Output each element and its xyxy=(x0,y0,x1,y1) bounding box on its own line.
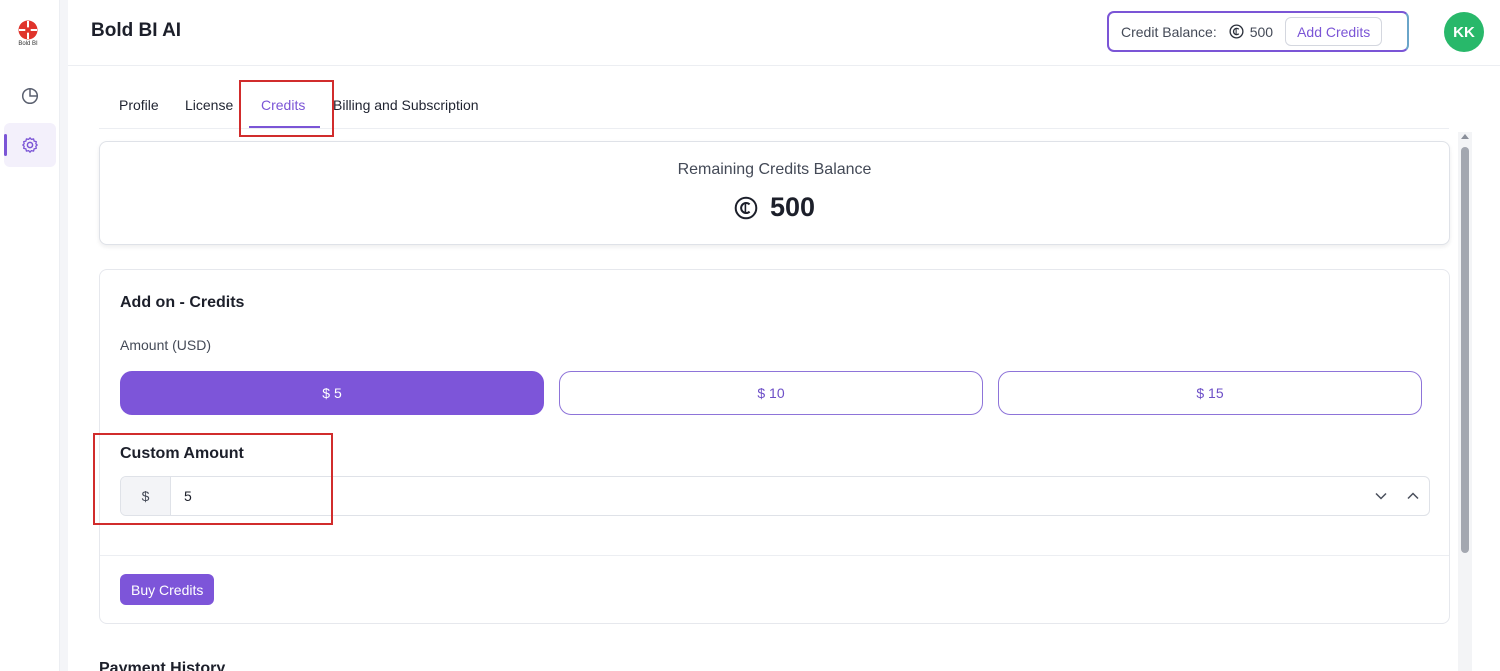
decrement-button[interactable] xyxy=(1365,477,1397,515)
logo-icon xyxy=(18,20,38,40)
sidebar-item-dashboards[interactable] xyxy=(4,74,56,118)
increment-button[interactable] xyxy=(1397,477,1429,515)
addon-credits-card: Add on - Credits Amount (USD) $ 5 $ 10 $… xyxy=(99,269,1450,624)
currency-prefix: $ xyxy=(121,477,171,515)
app-title: Bold BI AI xyxy=(91,20,182,41)
scroll-up-arrow-icon[interactable] xyxy=(1461,134,1469,139)
amount-option-10[interactable]: $ 10 xyxy=(559,371,983,415)
credit-balance-value: 500 xyxy=(1249,23,1274,40)
bold-bi-logo[interactable]: Bold BI xyxy=(17,20,39,50)
remaining-credits-value-row: 500 xyxy=(100,192,1449,223)
custom-amount-field[interactable] xyxy=(171,477,1365,515)
custom-amount-input-group: $ xyxy=(120,476,1430,516)
active-tab-indicator xyxy=(249,126,320,128)
tab-profile[interactable]: Profile xyxy=(119,97,159,113)
buy-credits-button[interactable]: Buy Credits xyxy=(120,574,215,605)
logo-text: Bold BI xyxy=(18,41,38,47)
gear-icon xyxy=(22,137,38,153)
payment-history-heading: Payment History xyxy=(99,660,226,671)
main-scrollbar[interactable] xyxy=(1458,132,1472,671)
top-header: Bold BI AI Credit Balance: 500 Add Credi… xyxy=(68,0,1500,66)
addon-credits-title: Add on - Credits xyxy=(120,294,245,311)
sidebar-gutter xyxy=(60,0,68,671)
credit-coin-icon xyxy=(1229,24,1244,39)
tab-credits[interactable]: Credits xyxy=(261,97,305,113)
credit-balance-widget: Credit Balance: 500 Add Credits xyxy=(1107,11,1409,52)
amount-usd-label: Amount (USD) xyxy=(120,337,212,353)
card-divider xyxy=(100,555,1449,556)
tab-license[interactable]: License xyxy=(185,97,233,113)
left-sidebar: Bold BI xyxy=(0,0,60,671)
tab-billing-and-subscription[interactable]: Billing and Subscription xyxy=(333,97,479,113)
chevron-down-icon xyxy=(1375,492,1387,500)
add-credits-button[interactable]: Add Credits xyxy=(1285,17,1383,46)
credit-balance-label: Credit Balance: xyxy=(1121,23,1217,40)
remaining-credits-card: Remaining Credits Balance 500 xyxy=(99,141,1450,245)
amount-option-15[interactable]: $ 15 xyxy=(998,371,1422,415)
amount-option-5[interactable]: $ 5 xyxy=(120,371,544,415)
chevron-up-icon xyxy=(1407,492,1419,500)
scroll-thumb[interactable] xyxy=(1461,147,1469,553)
user-avatar[interactable]: KK xyxy=(1444,12,1484,52)
sidebar-item-settings[interactable] xyxy=(4,123,56,167)
settings-tabs: Profile License Credits Billing and Subs… xyxy=(99,86,1449,129)
custom-amount-label: Custom Amount xyxy=(120,445,244,462)
credit-coin-icon xyxy=(734,196,758,219)
remaining-credits-value: 500 xyxy=(769,192,816,222)
pie-chart-icon xyxy=(21,87,39,105)
remaining-credits-label: Remaining Credits Balance xyxy=(677,161,872,178)
